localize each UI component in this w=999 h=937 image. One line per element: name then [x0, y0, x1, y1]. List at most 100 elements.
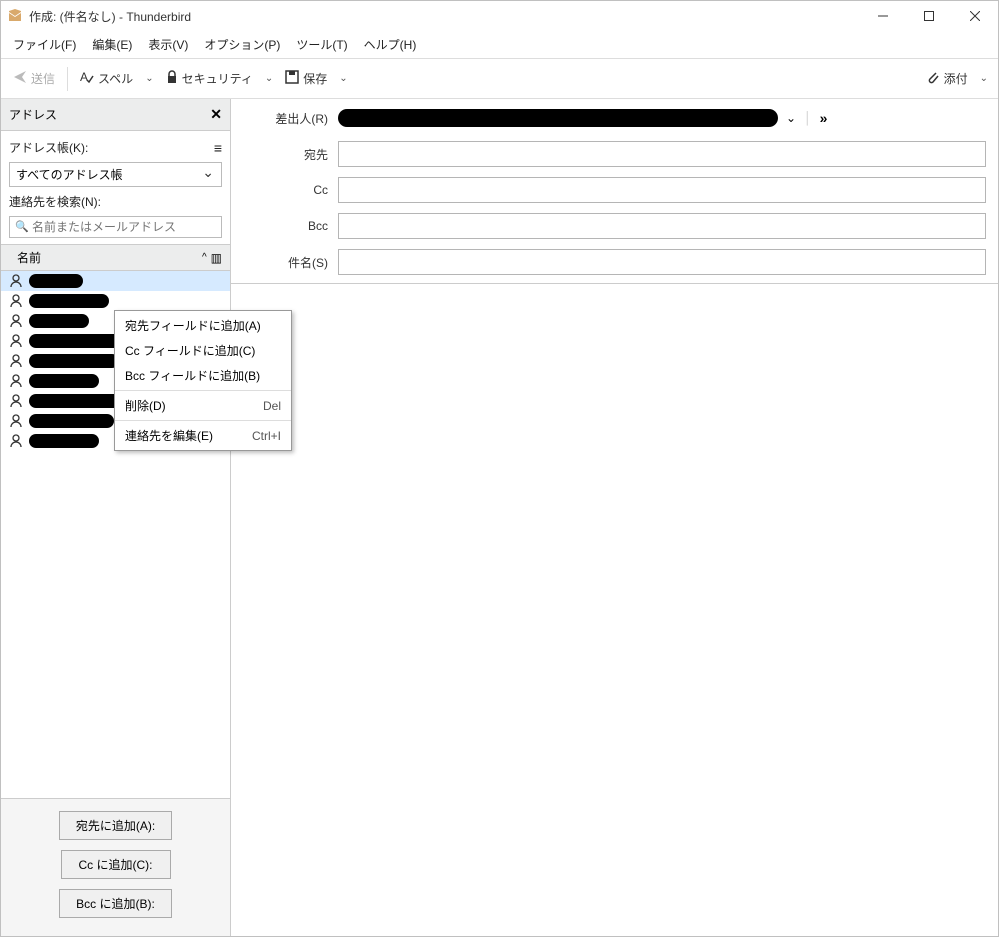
person-icon [9, 414, 23, 428]
send-button[interactable]: 送信 [7, 66, 61, 91]
spell-label: スペル [98, 70, 133, 87]
person-icon [9, 314, 23, 328]
contact-row[interactable] [1, 271, 230, 291]
contact-name-redacted [29, 314, 89, 328]
window-controls [860, 1, 998, 31]
from-label: 差出人(R) [243, 110, 328, 127]
sidebar-footer: 宛先に追加(A): Cc に追加(C): Bcc に追加(B): [1, 798, 230, 936]
contacts-sidebar: アドレス ✕ アドレス帳(K): ≡ すべてのアドレス帳 連絡先を検索(N): … [1, 99, 231, 936]
person-icon [9, 354, 23, 368]
sort-asc-icon: ^ [202, 252, 207, 263]
address-book-select-wrap: すべてのアドレス帳 [9, 162, 222, 187]
ctx-add-to[interactable]: 宛先フィールドに追加(A) [115, 313, 291, 338]
address-book-label: アドレス帳(K): ≡ [9, 139, 222, 156]
contact-name-redacted [29, 354, 119, 368]
header-fields: 差出人(R) ⌄ │ » 宛先 Cc Bcc [231, 99, 998, 284]
subject-field[interactable] [338, 249, 986, 275]
lock-icon [166, 70, 178, 87]
thunderbird-icon [7, 8, 23, 24]
compose-area: 差出人(R) ⌄ │ » 宛先 Cc Bcc [231, 99, 998, 936]
person-icon [9, 334, 23, 348]
person-icon [9, 374, 23, 388]
contact-name-redacted [29, 414, 114, 428]
search-label: 連絡先を検索(N): [9, 193, 222, 210]
subject-row: 件名(S) [243, 249, 986, 275]
person-icon [9, 294, 23, 308]
subject-label: 件名(S) [243, 254, 328, 271]
spell-button[interactable]: A スペル [74, 66, 139, 91]
spell-icon: A [80, 70, 94, 87]
svg-text:A: A [80, 70, 88, 84]
window-title: 作成: (件名なし) - Thunderbird [29, 8, 860, 25]
column-picker-icon[interactable]: ▥ [211, 251, 222, 265]
contact-name-redacted [29, 274, 83, 288]
person-icon [9, 274, 23, 288]
message-body[interactable] [231, 284, 998, 936]
close-button[interactable] [952, 1, 998, 31]
security-dropdown[interactable]: ⌄ [261, 73, 277, 84]
maximize-button[interactable] [906, 1, 952, 31]
menu-help[interactable]: ヘルプ(H) [356, 32, 425, 57]
contact-search-input[interactable] [9, 216, 222, 238]
hamburger-icon[interactable]: ≡ [214, 141, 222, 155]
bcc-row: Bcc [243, 213, 986, 239]
add-to-button[interactable]: 宛先に追加(A): [59, 811, 172, 840]
main-area: アドレス ✕ アドレス帳(K): ≡ すべてのアドレス帳 連絡先を検索(N): … [1, 99, 998, 936]
ctx-add-bcc[interactable]: Bcc フィールドに追加(B) [115, 363, 291, 388]
contact-context-menu: 宛先フィールドに追加(A) Cc フィールドに追加(C) Bcc フィールドに追… [114, 310, 292, 451]
contact-name-redacted [29, 434, 99, 448]
send-label: 送信 [31, 70, 55, 87]
menu-file[interactable]: ファイル(F) [5, 32, 84, 57]
address-book-select[interactable]: すべてのアドレス帳 [9, 162, 222, 187]
to-field[interactable] [338, 141, 986, 167]
save-button[interactable]: 保存 [279, 66, 333, 91]
from-value[interactable]: ⌄ │ » [338, 109, 986, 127]
search-icon: 🔍 [15, 220, 29, 233]
save-label: 保存 [303, 70, 327, 87]
show-more-fields-icon[interactable]: » [820, 110, 828, 126]
toolbar: 送信 A スペル ⌄ セキュリティ ⌄ 保存 ⌄ 添付 ⌄ [1, 59, 998, 99]
spell-dropdown[interactable]: ⌄ [141, 73, 157, 84]
ctx-add-cc[interactable]: Cc フィールドに追加(C) [115, 338, 291, 363]
name-column-header[interactable]: 名前 ^ ▥ [1, 244, 230, 271]
attach-button[interactable]: 添付 [920, 66, 974, 91]
send-icon [13, 70, 27, 87]
person-icon [9, 394, 23, 408]
ctx-separator [115, 390, 291, 391]
to-row: 宛先 [243, 141, 986, 167]
from-dropdown-icon[interactable]: ⌄ [786, 111, 796, 125]
contact-row[interactable] [1, 291, 230, 311]
security-button[interactable]: セキュリティ [160, 66, 259, 91]
minimize-button[interactable] [860, 1, 906, 31]
from-address-redacted [338, 109, 778, 127]
sidebar-close-icon[interactable]: ✕ [210, 106, 222, 123]
attach-dropdown[interactable]: ⌄ [976, 73, 992, 84]
address-book-label-text: アドレス帳(K): [9, 139, 88, 156]
contact-name-redacted [29, 294, 109, 308]
from-separator: │ [804, 111, 812, 125]
add-bcc-button[interactable]: Bcc に追加(B): [59, 889, 172, 918]
add-cc-button[interactable]: Cc に追加(C): [61, 850, 171, 879]
bcc-field[interactable] [338, 213, 986, 239]
cc-field[interactable] [338, 177, 986, 203]
ctx-edit[interactable]: 連絡先を編集(E)Ctrl+I [115, 423, 291, 448]
sidebar-header: アドレス ✕ [1, 99, 230, 131]
search-wrap: 🔍 [9, 216, 222, 238]
menu-tools[interactable]: ツール(T) [288, 32, 355, 57]
toolbar-separator [67, 67, 68, 91]
name-header-label: 名前 [9, 249, 202, 266]
menu-options[interactable]: オプション(P) [196, 32, 288, 57]
save-icon [285, 70, 299, 87]
titlebar: 作成: (件名なし) - Thunderbird [1, 1, 998, 31]
attach-label: 添付 [944, 70, 968, 87]
ctx-delete[interactable]: 削除(D)Del [115, 393, 291, 418]
paperclip-icon [926, 70, 940, 87]
save-dropdown[interactable]: ⌄ [335, 73, 351, 84]
menu-view[interactable]: 表示(V) [140, 32, 196, 57]
person-icon [9, 434, 23, 448]
menubar: ファイル(F) 編集(E) 表示(V) オプション(P) ツール(T) ヘルプ(… [1, 31, 998, 59]
from-row: 差出人(R) ⌄ │ » [243, 109, 986, 127]
menu-edit[interactable]: 編集(E) [84, 32, 140, 57]
cc-label: Cc [243, 183, 328, 197]
to-label: 宛先 [243, 146, 328, 163]
